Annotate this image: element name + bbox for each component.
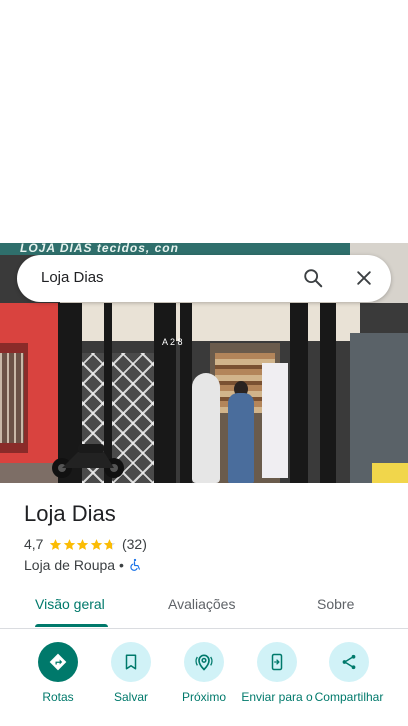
directions-label: Rotas <box>42 690 74 704</box>
store-sign-text: LOJA DIAS tecidos, con <box>20 243 179 255</box>
tab-about[interactable]: Sobre <box>317 596 354 612</box>
save-circle <box>111 642 151 682</box>
nearby-icon <box>195 654 213 671</box>
search-bar[interactable]: Loja Dias <box>17 255 391 302</box>
nearby-button[interactable]: Próximo <box>164 642 244 704</box>
rating-row[interactable]: 4,7 (32) <box>24 536 147 552</box>
star-icon <box>77 538 89 550</box>
review-count[interactable]: (32) <box>122 536 147 552</box>
bookmark-icon <box>125 654 137 670</box>
photo-right-store <box>350 333 408 483</box>
address-number: A 2 8 <box>162 337 183 347</box>
send-to-phone-label: Enviar para o <box>241 690 313 704</box>
tab-bar: Visão geral Avaliações Sobre <box>0 585 408 629</box>
active-tab-indicator <box>35 624 108 627</box>
star-icon <box>90 538 103 550</box>
store-sign: LOJA DIAS tecidos, con <box>0 243 408 255</box>
directions-circle <box>38 642 78 682</box>
close-icon[interactable] <box>354 268 374 288</box>
directions-button[interactable]: Rotas <box>18 642 98 704</box>
rating-value: 4,7 <box>24 536 44 552</box>
star-rating <box>49 538 117 551</box>
category-row: Loja de Roupa • <box>24 557 142 573</box>
directions-icon <box>49 653 67 671</box>
photo-pillar <box>180 303 192 483</box>
star-half-icon <box>104 538 116 550</box>
nearby-circle <box>184 642 224 682</box>
photo-yellow-sign <box>372 463 408 483</box>
share-button[interactable]: Compartilhar <box>309 642 389 704</box>
save-button[interactable]: Salvar <box>91 642 171 704</box>
share-label: Compartilhar <box>314 690 384 704</box>
star-icon <box>50 538 62 550</box>
map-area[interactable] <box>0 0 408 243</box>
nearby-label: Próximo <box>181 690 226 704</box>
motorbike-icon <box>52 444 124 478</box>
photo-pillar <box>154 303 176 483</box>
tab-overview[interactable]: Visão geral <box>35 596 105 612</box>
tab-reviews[interactable]: Avaliações <box>168 596 235 612</box>
photo-clothes-rack <box>262 363 288 478</box>
send-to-phone-icon <box>271 653 283 671</box>
photo-window-bars <box>0 353 24 443</box>
search-input[interactable]: Loja Dias <box>41 269 104 286</box>
share-circle <box>329 642 369 682</box>
share-icon <box>342 654 356 670</box>
save-label: Salvar <box>113 690 148 704</box>
place-name: Loja Dias <box>24 501 116 526</box>
photo-pillar <box>290 303 308 483</box>
photo-person <box>228 393 254 483</box>
photo-mannequin <box>192 373 220 483</box>
search-icon[interactable] <box>302 267 324 289</box>
place-category: Loja de Roupa • <box>24 557 124 573</box>
send-to-phone-circle <box>257 642 297 682</box>
star-icon <box>63 538 76 550</box>
send-to-phone-button[interactable]: Enviar para o <box>237 642 317 704</box>
wheelchair-icon <box>130 558 140 571</box>
photo-pillar <box>320 303 336 483</box>
